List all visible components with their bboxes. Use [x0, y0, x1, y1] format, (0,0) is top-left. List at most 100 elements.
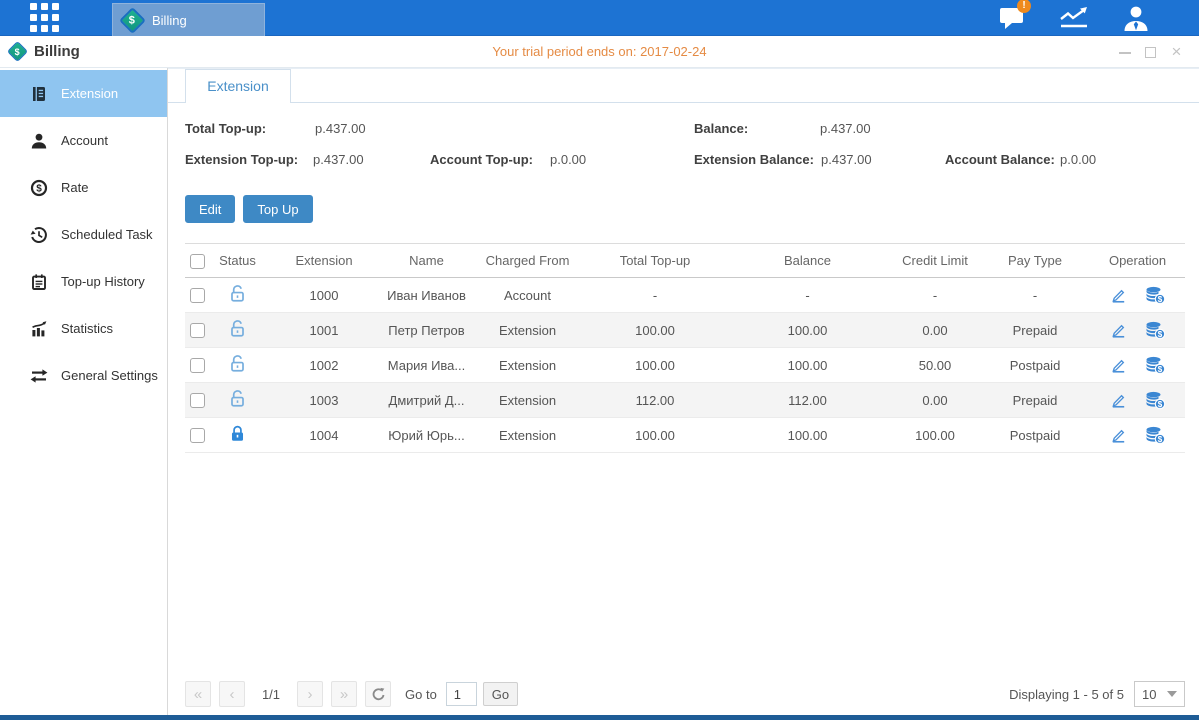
- top-up-row-icon[interactable]: $: [1144, 425, 1166, 445]
- edit-row-icon[interactable]: [1109, 356, 1128, 375]
- notification-badge: !: [1017, 0, 1031, 13]
- trial-notice: Your trial period ends on: 2017-02-24: [0, 44, 1199, 59]
- select-all-checkbox[interactable]: [190, 254, 205, 269]
- tab-extension[interactable]: Extension: [185, 69, 291, 103]
- row-checkbox[interactable]: [190, 358, 205, 373]
- app-launcher-icon[interactable]: [30, 3, 59, 32]
- person-icon: [30, 132, 48, 150]
- status-unlocked-icon: [228, 389, 247, 408]
- topbar-icons: !: [995, 5, 1153, 31]
- row-checkbox[interactable]: [190, 428, 205, 443]
- transfer-arrows-icon: [30, 367, 48, 385]
- sidebar-item-rate[interactable]: $ Rate: [0, 164, 167, 211]
- first-page-button[interactable]: «: [185, 681, 211, 707]
- chevron-down-icon: [1167, 691, 1177, 697]
- edit-row-icon[interactable]: [1109, 391, 1128, 410]
- sidebar: Extension Account $ Rate: [0, 68, 168, 715]
- sidebar-item-general-settings[interactable]: General Settings: [0, 352, 167, 399]
- table-row: 1004 Юрий Юрь... Extension 100.00 100.00…: [185, 418, 1185, 453]
- account-balance-value: p.0.00: [1060, 152, 1096, 167]
- row-checkbox[interactable]: [190, 323, 205, 338]
- go-button[interactable]: Go: [483, 682, 518, 706]
- refresh-button[interactable]: [365, 681, 391, 707]
- extension-table: Status Extension Name Charged From Total…: [185, 243, 1185, 453]
- sidebar-item-label: Top-up History: [61, 274, 145, 289]
- bar-chart-icon: [30, 320, 48, 338]
- sidebar-item-label: Account: [61, 133, 108, 148]
- sidebar-item-scheduled-task[interactable]: Scheduled Task: [0, 211, 167, 258]
- statistics-chart-icon[interactable]: [1057, 5, 1091, 31]
- row-checkbox[interactable]: [190, 288, 205, 303]
- col-pay-type: Pay Type: [980, 244, 1090, 278]
- col-charged-from: Charged From: [470, 244, 585, 278]
- taskbar-tab-label: Billing: [152, 13, 187, 28]
- user-icon[interactable]: [1119, 5, 1153, 31]
- extension-balance-value: p.437.00: [821, 152, 872, 167]
- col-status: Status: [210, 244, 265, 278]
- edit-row-icon[interactable]: [1109, 321, 1128, 340]
- billing-logo-icon: $: [7, 41, 28, 62]
- col-name: Name: [383, 244, 470, 278]
- app-window: $ Billing !: [0, 0, 1199, 720]
- refresh-icon: [371, 687, 386, 702]
- top-up-row-icon[interactable]: $: [1144, 355, 1166, 375]
- col-credit-limit: Credit Limit: [890, 244, 980, 278]
- edit-row-icon[interactable]: [1109, 286, 1128, 305]
- page-title: Billing: [34, 43, 80, 60]
- goto-page-input[interactable]: [446, 682, 477, 706]
- status-locked-icon: [228, 424, 247, 443]
- last-page-button[interactable]: »: [331, 681, 357, 707]
- notepad-icon: [30, 273, 48, 291]
- top-up-row-icon[interactable]: $: [1144, 390, 1166, 410]
- pagination-bar: « ‹ 1/1 › » Go to Go Displaying 1 - 5 of…: [185, 681, 1185, 707]
- sidebar-item-account[interactable]: Account: [0, 117, 167, 164]
- table-row: 1000 Иван Иванов Account - - - - $: [185, 278, 1185, 313]
- row-checkbox[interactable]: [190, 393, 205, 408]
- status-unlocked-icon: [228, 284, 247, 303]
- total-topup-label: Total Top-up:: [185, 121, 266, 136]
- sidebar-item-extension[interactable]: Extension: [0, 70, 167, 117]
- balance-label: Balance:: [694, 121, 748, 136]
- minimize-icon[interactable]: [1118, 45, 1131, 58]
- displaying-text: Displaying 1 - 5 of 5: [1009, 687, 1124, 702]
- tab-strip: Extension: [168, 68, 1199, 103]
- svg-text:$: $: [1158, 365, 1163, 374]
- taskbar-tab-billing[interactable]: $ Billing: [112, 3, 265, 36]
- dollar-circle-icon: $: [30, 179, 48, 197]
- sidebar-item-label: Statistics: [61, 321, 113, 336]
- edit-button[interactable]: Edit: [185, 195, 235, 223]
- messages-icon[interactable]: !: [995, 5, 1029, 31]
- top-up-button[interactable]: Top Up: [243, 195, 312, 223]
- next-page-button[interactable]: ›: [297, 681, 323, 707]
- balance-value: p.437.00: [820, 121, 871, 136]
- svg-text:$: $: [1158, 435, 1163, 444]
- billing-app-icon: $: [119, 7, 146, 34]
- page-size-select[interactable]: 10: [1134, 681, 1185, 707]
- window-controls: ×: [1118, 45, 1183, 58]
- svg-text:$: $: [1158, 400, 1163, 409]
- svg-text:$: $: [36, 183, 42, 194]
- account-topup-value: p.0.00: [550, 152, 586, 167]
- account-topup-label: Account Top-up:: [430, 152, 533, 167]
- close-icon[interactable]: ×: [1170, 45, 1183, 58]
- extension-topup-label: Extension Top-up:: [185, 152, 298, 167]
- edit-row-icon[interactable]: [1109, 426, 1128, 445]
- sidebar-item-statistics[interactable]: Statistics: [0, 305, 167, 352]
- col-balance: Balance: [725, 244, 890, 278]
- prev-page-button[interactable]: ‹: [219, 681, 245, 707]
- top-up-row-icon[interactable]: $: [1144, 285, 1166, 305]
- table-row: 1001 Петр Петров Extension 100.00 100.00…: [185, 313, 1185, 348]
- sidebar-item-topup-history[interactable]: Top-up History: [0, 258, 167, 305]
- svg-text:$: $: [1158, 295, 1163, 304]
- maximize-icon[interactable]: [1144, 45, 1157, 58]
- total-topup-value: p.437.00: [315, 121, 366, 136]
- table-header-row: Status Extension Name Charged From Total…: [185, 244, 1185, 278]
- page-size-value: 10: [1142, 687, 1156, 702]
- table-row: 1002 Мария Ива... Extension 100.00 100.0…: [185, 348, 1185, 383]
- status-unlocked-icon: [228, 354, 247, 373]
- svg-text:$: $: [1158, 330, 1163, 339]
- history-clock-icon: [30, 226, 48, 244]
- top-up-row-icon[interactable]: $: [1144, 320, 1166, 340]
- titlebar: $ Billing Your trial period ends on: 201…: [0, 36, 1199, 68]
- sidebar-item-label: Scheduled Task: [61, 227, 153, 242]
